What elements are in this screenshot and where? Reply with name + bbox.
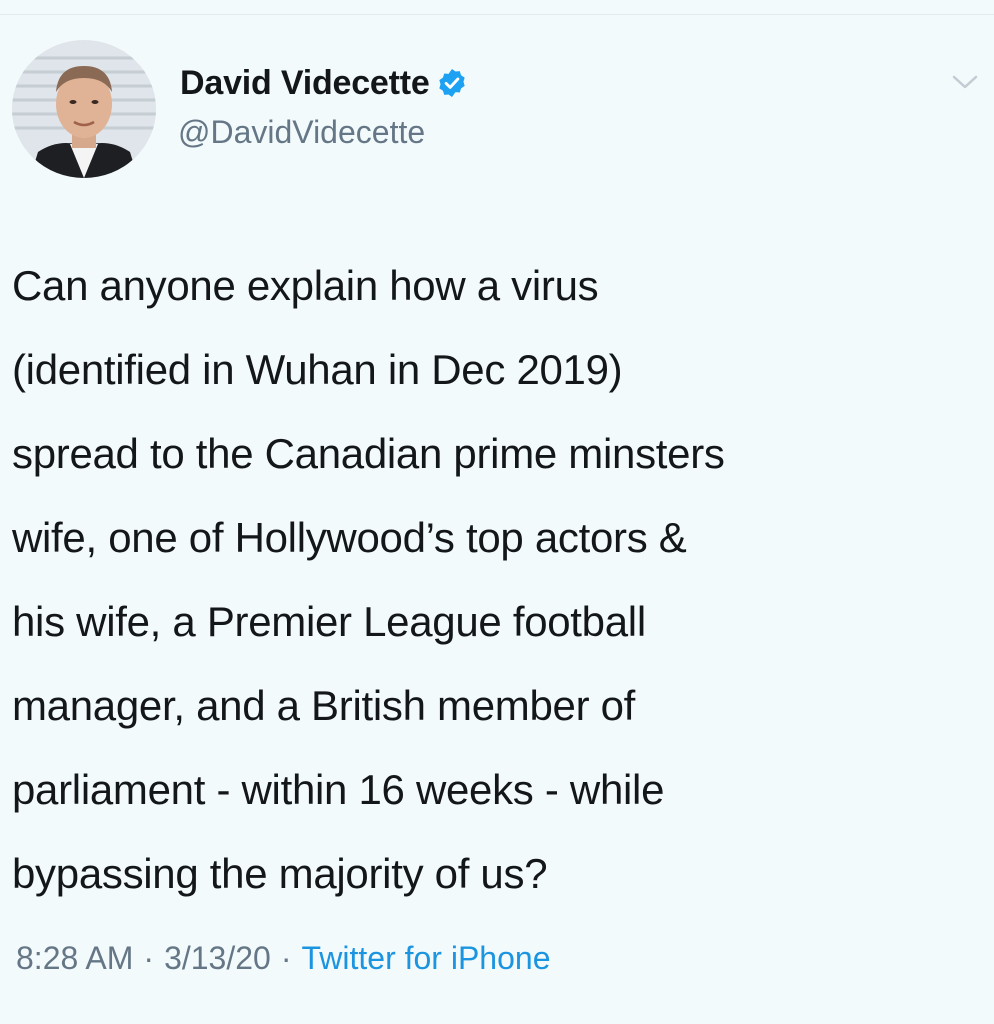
author-name-row: David Videcette xyxy=(180,60,468,106)
tweet-text-line: spread to the Canadian prime minsters xyxy=(12,430,725,477)
tweet-time[interactable]: 8:28 AM xyxy=(16,940,133,977)
tweet-text: Can anyone explain how a virus (identifi… xyxy=(12,244,987,916)
chevron-down-icon[interactable] xyxy=(950,72,980,92)
tweet-text-line: (identified in Wuhan in Dec 2019) xyxy=(12,346,623,393)
author-handle[interactable]: @DavidVidecette xyxy=(178,114,425,151)
tweet-date[interactable]: 3/13/20 xyxy=(164,940,271,977)
tweet-text-line: wife, one of Hollywood’s top actors & xyxy=(12,514,687,561)
top-divider xyxy=(0,14,994,15)
tweet-text-line: bypassing the majority of us? xyxy=(12,850,548,897)
author-name[interactable]: David Videcette xyxy=(180,64,430,103)
tweet-text-line: his wife, a Premier League football xyxy=(12,598,646,645)
verified-badge-icon xyxy=(438,69,465,97)
tweet-page: David Videcette @DavidVidecette Can anyo… xyxy=(0,0,994,1024)
tweet-meta: 8:28 AM · 3/13/20 · Twitter for iPhone xyxy=(16,940,550,977)
tweet-text-line: Can anyone explain how a virus xyxy=(12,262,599,309)
tweet-text-line: manager, and a British member of xyxy=(12,682,636,729)
meta-separator: · xyxy=(143,940,155,976)
meta-separator: · xyxy=(280,940,292,976)
tweet-text-line: parliament - within 16 weeks - while xyxy=(12,766,665,813)
avatar[interactable] xyxy=(12,40,156,178)
tweet-source-link[interactable]: Twitter for iPhone xyxy=(301,940,550,977)
